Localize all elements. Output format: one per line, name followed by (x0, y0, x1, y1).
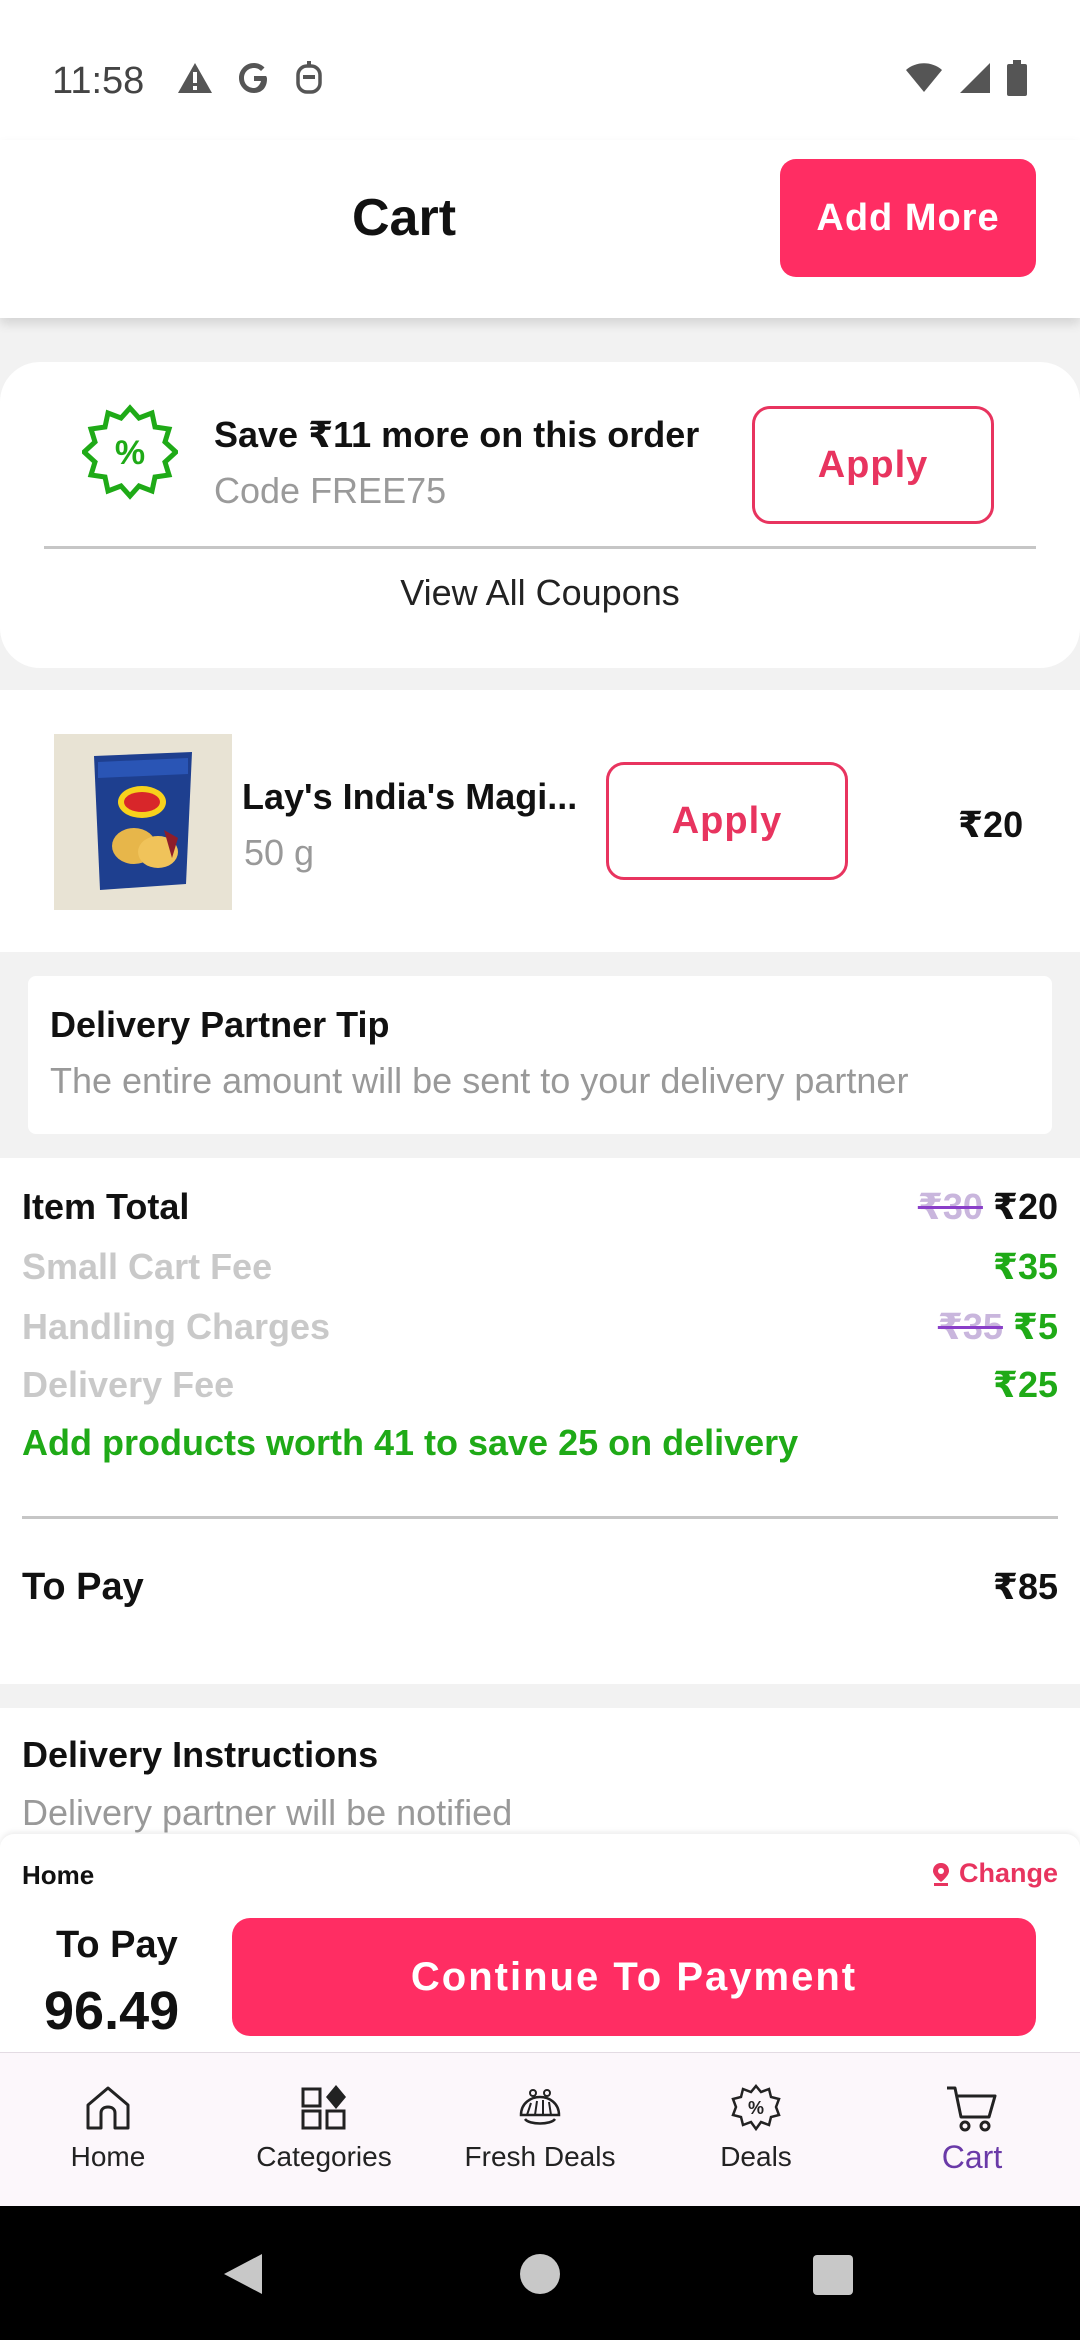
delivery-tip-card[interactable]: Delivery Partner Tip The entire amount w… (28, 976, 1052, 1134)
nav-item-deals[interactable]: % Deals (648, 2053, 864, 2207)
coupon-divider (44, 546, 1036, 549)
product-apply-button[interactable]: Apply (606, 762, 848, 880)
system-navigation-bar (0, 2206, 1080, 2340)
delivery-address-label: Home (22, 1860, 95, 1890)
cart-item: Lay's India's Magi... 50 g Apply ₹20 (0, 690, 1080, 952)
home-icon (80, 2081, 136, 2135)
product-image (54, 734, 232, 910)
item-total-old-price: ₹30 (917, 1186, 983, 1227)
coupon-apply-button[interactable]: Apply (752, 406, 994, 524)
status-time: 11:58 (52, 60, 145, 102)
bill-divider (22, 1516, 1058, 1519)
bill-summary: Item Total ₹30 ₹20 Small Cart Fee ₹35 Ha… (0, 1158, 1080, 1684)
handling-old-price: ₹35 (937, 1306, 1003, 1347)
nav-label-categories: Categories (256, 2141, 392, 2172)
delivery-savings-promo: Add products worth 41 to save 25 on deli… (22, 1422, 799, 1463)
instructions-subtitle: Delivery partner will be notified (22, 1792, 513, 1833)
bill-to-pay-value: ₹85 (992, 1566, 1058, 1607)
status-bar: 11:58 (0, 0, 1080, 140)
nav-label-cart: Cart (941, 2139, 1003, 2175)
delivery-instructions-card[interactable]: Delivery Instructions Delivery partner w… (0, 1708, 1080, 1848)
home-circle-icon[interactable] (518, 2252, 562, 2296)
handling-price: ₹5 (1012, 1306, 1058, 1347)
nav-item-fresh-deals[interactable]: Fresh Deals (432, 2053, 648, 2207)
categories-icon (296, 2081, 352, 2135)
item-total-price: ₹20 (992, 1186, 1058, 1227)
continue-to-payment-button[interactable]: Continue To Payment (232, 1918, 1036, 2036)
svg-text:%: % (115, 434, 145, 472)
change-address-link[interactable]: Change (931, 1858, 1058, 1889)
instructions-title: Delivery Instructions (22, 1734, 379, 1775)
pay-amount: 96.49 (44, 1981, 180, 2041)
assistant-icon (296, 61, 322, 94)
google-icon (239, 63, 267, 93)
payment-bar: Home Change To Pay 96.49 Continue To Pay… (0, 1834, 1080, 2052)
nav-label-deals: Deals (720, 2141, 792, 2172)
status-left-icons (176, 60, 324, 96)
nav-label-fresh-deals: Fresh Deals (464, 2141, 616, 2172)
product-name: Lay's India's Magi... (242, 776, 578, 817)
bill-row-delivery-fee: Delivery Fee ₹25 (22, 1364, 1058, 1414)
change-label: Change (958, 1858, 1058, 1888)
handling-label: Handling Charges (22, 1306, 331, 1347)
recents-icon[interactable] (812, 2254, 854, 2296)
chips-packet-image (54, 734, 232, 910)
bill-row-small-cart-fee: Small Cart Fee ₹35 (22, 1246, 1058, 1296)
nav-item-cart[interactable]: Cart (864, 2053, 1080, 2207)
delivery-fee-label: Delivery Fee (22, 1364, 235, 1405)
wifi-icon (906, 63, 942, 92)
coupon-card: % Save ₹11 more on this order Code FREE7… (0, 362, 1080, 668)
tip-title: Delivery Partner Tip (50, 1004, 390, 1045)
warning-icon (178, 63, 212, 93)
tip-subtitle: The entire amount will be sent to your d… (50, 1060, 909, 1101)
small-cart-fee-label: Small Cart Fee (22, 1246, 273, 1287)
svg-text:%: % (748, 2098, 764, 2118)
small-cart-fee-value: ₹35 (992, 1246, 1058, 1287)
back-icon[interactable] (222, 2252, 264, 2296)
coupon-code: Code FREE75 (214, 470, 447, 511)
cart-icon (944, 2081, 1000, 2135)
product-weight: 50 g (244, 832, 315, 873)
fresh-deals-icon (512, 2081, 568, 2135)
coupon-title: Save ₹11 more on this order (214, 414, 700, 455)
add-more-button[interactable]: Add More (780, 159, 1036, 277)
product-price: ₹20 (958, 804, 1024, 845)
item-total-value: ₹30 ₹20 (918, 1186, 1058, 1228)
status-right-icons (904, 60, 1028, 96)
bill-row-handling: Handling Charges ₹35 ₹5 (22, 1306, 1058, 1356)
coupon-percent-icon: % (82, 404, 178, 500)
view-all-coupons-link[interactable]: View All Coupons (0, 572, 1080, 614)
item-total-label: Item Total (22, 1186, 190, 1227)
delivery-fee-value: ₹25 (992, 1364, 1058, 1405)
bottom-navigation: Home Categories Fresh Deals % Deals Cart (0, 2052, 1080, 2206)
signal-icon (960, 63, 990, 93)
page-title: Cart (352, 189, 457, 247)
deals-icon: % (728, 2081, 784, 2135)
app-header: Cart Add More (0, 140, 1080, 318)
nav-item-home[interactable]: Home (0, 2053, 216, 2207)
pay-label: To Pay (56, 1924, 178, 1966)
bill-row-item-total: Item Total ₹30 ₹20 (22, 1186, 1058, 1236)
nav-label-home: Home (70, 2141, 146, 2172)
location-pin-icon (932, 1862, 949, 1886)
handling-value: ₹35 ₹5 (938, 1306, 1058, 1348)
nav-item-categories[interactable]: Categories (216, 2053, 432, 2207)
battery-icon (1007, 60, 1027, 96)
bill-to-pay-label: To Pay (22, 1566, 144, 1608)
